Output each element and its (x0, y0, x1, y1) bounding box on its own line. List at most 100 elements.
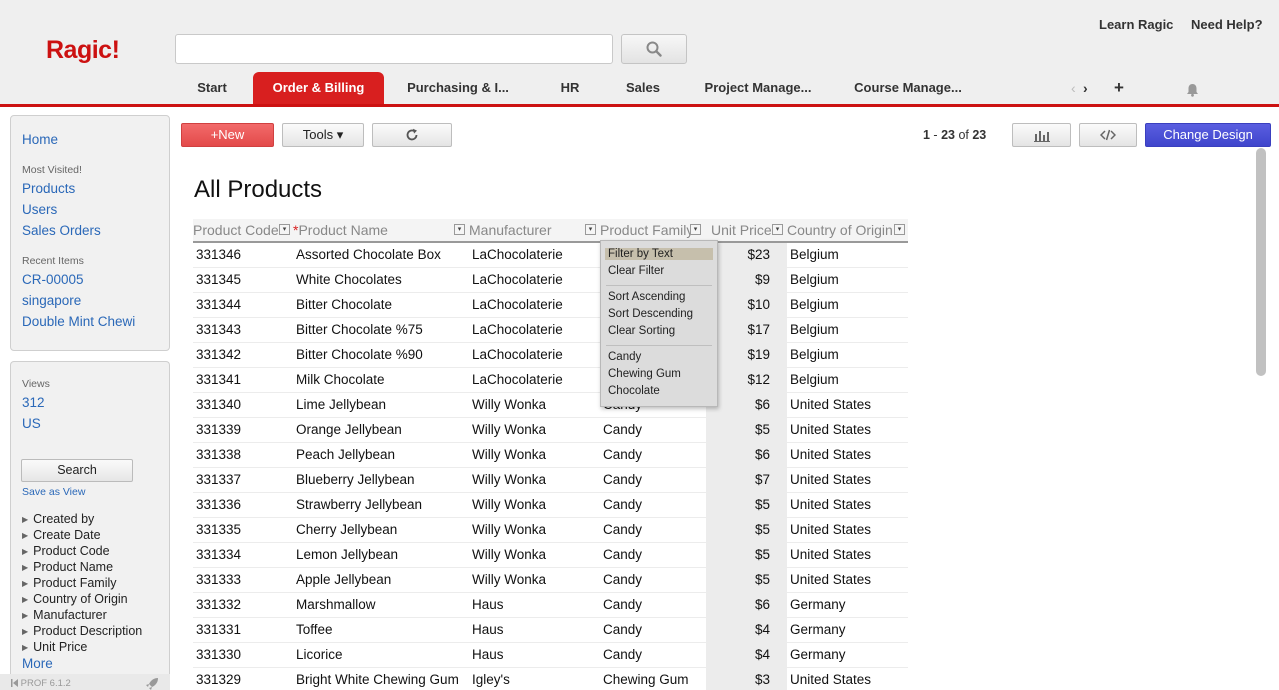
most-visited-users[interactable]: Users (22, 202, 57, 217)
cell-manufacturer: Haus (472, 597, 504, 612)
table-row[interactable]: 331334 Lemon Jellybean Willy Wonka Candy $5 U… (193, 543, 908, 568)
facet-product-code[interactable]: ▶ Product Code (22, 544, 110, 558)
global-search-input[interactable] (175, 34, 613, 64)
app-logo[interactable]: Ragic! (46, 36, 120, 65)
table-row[interactable]: 331338 Peach Jellybean Willy Wonka Candy $6 U… (193, 443, 908, 468)
menu-sort-descending[interactable]: Sort Descending (608, 308, 693, 320)
menu-separator (606, 285, 712, 286)
menu-value-chocolate[interactable]: Chocolate (608, 385, 660, 397)
tab-next-icon[interactable]: › (1083, 80, 1088, 96)
table-row[interactable]: 331344Bitter ChocolateLaChocolaterieChoc… (193, 293, 908, 318)
table-row[interactable]: 331337 Blueberry Jellybean Willy Wonka Cand… (193, 468, 908, 493)
search-button[interactable] (621, 34, 687, 64)
facet-country-of-origin[interactable]: ▶ Country of Origin (22, 592, 128, 606)
rocket-icon[interactable] (145, 677, 159, 690)
vertical-scrollbar[interactable] (1256, 148, 1266, 376)
table-row[interactable]: 331346 Assorted Chocolate Box LaChocolater… (193, 243, 908, 268)
tab-hr[interactable]: HR (545, 72, 595, 104)
cell-product-name: Bright White Chewing Gum (296, 672, 459, 687)
save-as-view-link[interactable]: Save as View (22, 486, 85, 498)
tab-start[interactable]: Start (183, 72, 241, 104)
cell-product-code: 331340 (196, 397, 242, 412)
facet-unit-price[interactable]: ▶ Unit Price (22, 640, 87, 654)
facet-manufacturer[interactable]: ▶ Manufacturer (22, 608, 107, 622)
menu-filter-by-text[interactable]: Filter by Text (605, 248, 713, 260)
column-menu-icon[interactable]: ▾ (585, 224, 596, 235)
table-row[interactable]: 331340Lime JellybeanWilly WonkaCandy$6Un… (193, 393, 908, 418)
table-row[interactable]: 331342 Bitter Chocolate %90 LaChocolaterie… (193, 343, 908, 368)
view-link[interactable]: US (22, 416, 41, 431)
learn-ragic-link[interactable]: Learn Ragic (1099, 17, 1173, 32)
table-row[interactable]: 331329 Bright White Chewing Gum Igley's Che… (193, 668, 908, 690)
column-header-country-of-origin[interactable]: Country of Origin (787, 219, 893, 242)
recent-item[interactable]: CR-00005 (22, 272, 84, 287)
table-row[interactable]: 331343 Bitter Chocolate %75 LaChocolaterie… (193, 318, 908, 343)
recent-item[interactable]: singapore (22, 293, 81, 308)
most-visited-products[interactable]: Products (22, 181, 75, 196)
most-visited-sales-orders[interactable]: Sales Orders (22, 223, 101, 238)
table-row[interactable]: 331345White ChocolatesLaChocolaterieChoc… (193, 268, 908, 293)
column-menu-icon[interactable]: ▾ (279, 224, 290, 235)
cell-country: United States (790, 472, 872, 487)
column-header-manufacturer[interactable]: Manufacturer (469, 219, 551, 242)
tab-purchasing[interactable]: Purchasing & I... (398, 72, 518, 104)
table-row[interactable]: 331332 Marshmallow Haus Candy $6 Germany (193, 593, 908, 618)
change-design-button[interactable]: Change Design (1145, 123, 1271, 147)
menu-clear-filter[interactable]: Clear Filter (608, 265, 664, 277)
facet-created-by[interactable]: ▶ Created by (22, 512, 94, 526)
sidebar-search-button[interactable]: Search (21, 459, 133, 482)
recent-item[interactable]: Double Mint Chewi (22, 314, 135, 329)
chart-button[interactable] (1012, 123, 1071, 147)
table-row[interactable]: 331341Milk ChocolateLaChocolaterieChocol… (193, 368, 908, 393)
column-menu-icon[interactable]: ▾ (894, 224, 905, 235)
cell-product-code: 331338 (196, 447, 242, 462)
table-row[interactable]: 331330 Licorice Haus Candy $4 Germany (193, 643, 908, 668)
facet-product-description[interactable]: ▶ Product Description (22, 624, 142, 638)
table-row[interactable]: 331339 Orange Jellybean Willy Wonka Candy $5… (193, 418, 908, 443)
column-header-unit-price[interactable]: Unit Price (711, 219, 772, 242)
add-tab-icon[interactable]: + (1114, 78, 1124, 98)
tab-order-billing[interactable]: Order & Billing (253, 72, 384, 104)
bell-icon[interactable] (1186, 83, 1199, 97)
tab-project-management[interactable]: Project Manage... (694, 72, 822, 104)
table-row[interactable]: 331336 Strawberry Jellybean Willy Wonka Can… (193, 493, 908, 518)
table-row[interactable]: 331333 Apple Jellybean Willy Wonka Candy $5 U… (193, 568, 908, 593)
cell-manufacturer: Haus (472, 647, 504, 662)
column-menu-icon[interactable]: ▾ (690, 224, 701, 235)
sidebar-home-link[interactable]: Home (22, 132, 58, 147)
cell-country: United States (790, 447, 872, 462)
column-menu-icon[interactable]: ▾ (454, 224, 465, 235)
cell-country: Germany (790, 597, 846, 612)
tools-dropdown-button[interactable]: Tools ▾ (282, 123, 364, 147)
need-help-link[interactable]: Need Help? (1191, 17, 1263, 32)
cell-country: Belgium (790, 247, 839, 262)
column-header-product-code[interactable]: Product Code (193, 219, 279, 242)
facet-product-name[interactable]: ▶ Product Name (22, 560, 113, 574)
collapse-sidebar-icon[interactable] (11, 679, 18, 687)
cell-country: United States (790, 672, 872, 687)
menu-value-chewing-gum[interactable]: Chewing Gum (608, 368, 681, 380)
menu-value-candy[interactable]: Candy (608, 351, 641, 363)
new-record-button[interactable]: +New (181, 123, 274, 147)
tab-sales[interactable]: Sales (613, 72, 673, 104)
cell-manufacturer: Willy Wonka (472, 572, 547, 587)
cell-product-code: 331339 (196, 422, 242, 437)
embed-code-button[interactable] (1079, 123, 1137, 147)
menu-clear-sorting[interactable]: Clear Sorting (608, 325, 675, 337)
table-row[interactable]: 331335 Cherry Jellybean Willy Wonka Candy $5… (193, 518, 908, 543)
column-header-product-family[interactable]: Product Family (600, 219, 693, 242)
facet-create-date[interactable]: ▶ Create Date (22, 528, 101, 542)
facets-more-link[interactable]: More (22, 656, 53, 671)
menu-sort-ascending[interactable]: Sort Ascending (608, 291, 685, 303)
tab-prev-icon[interactable]: ‹ (1071, 80, 1076, 96)
cell-product-family: Candy (603, 422, 643, 437)
facet-product-family[interactable]: ▶ Product Family (22, 576, 117, 590)
column-menu-icon[interactable]: ▾ (772, 224, 783, 235)
column-header-product-name[interactable]: *Product Name (293, 219, 388, 242)
view-link[interactable]: 312 (22, 395, 45, 410)
table-row[interactable]: 331331 Toffee Haus Candy $4 Germany (193, 618, 908, 643)
refresh-button[interactable] (372, 123, 452, 147)
tab-course-management[interactable]: Course Manage... (845, 72, 971, 104)
cell-product-name: Milk Chocolate (296, 372, 385, 387)
version-label: PROF 6.1.2 (11, 678, 71, 689)
